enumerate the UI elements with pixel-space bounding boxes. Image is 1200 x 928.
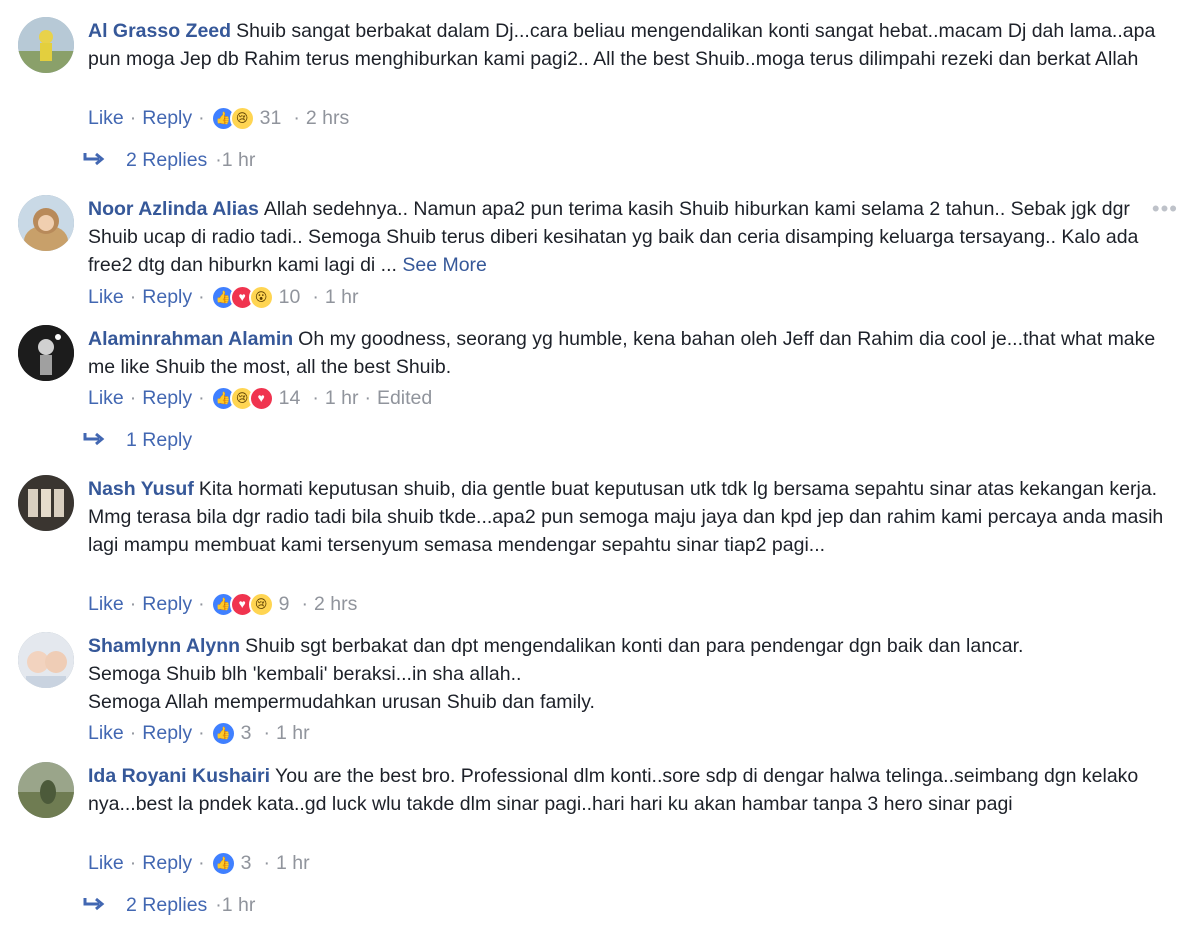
comment-author[interactable]: Ida Royani Kushairi — [88, 765, 270, 787]
avatar[interactable] — [18, 17, 74, 73]
replies-row: 2 Replies · 1 hr — [82, 890, 255, 920]
like-icon: 👍 — [210, 850, 236, 876]
comment-text-block: Al Grasso Zeed Shuib sangat berbakat dala… — [88, 17, 1173, 73]
comment-body: Shuib sangat berbakat dalam Dj...cara be… — [88, 20, 1156, 70]
reply-button[interactable]: Reply — [142, 104, 192, 132]
timestamp[interactable]: 1 hr — [276, 849, 310, 877]
comment-body-line: Semoga Allah mempermudahkan urusan Shuib… — [88, 691, 595, 713]
reaction-count[interactable]: 10 — [279, 283, 301, 311]
comment-actions: Like · Reply · 👍 😢 31 · 2 hrs — [88, 104, 349, 132]
comment-text-block: Shamlynn Alynn Shuib sgt berbakat dan dpt… — [88, 632, 1173, 716]
comment-text-block: Ida Royani Kushairi You are the best bro.… — [88, 762, 1173, 818]
view-replies-link[interactable]: 2 Replies — [126, 149, 207, 172]
comment-text-block: Nash Yusuf Kita hormati keputusan shuib, … — [88, 475, 1173, 559]
reaction-count[interactable]: 3 — [241, 849, 252, 877]
reply-button[interactable]: Reply — [142, 719, 192, 747]
reply-button[interactable]: Reply — [142, 590, 192, 618]
avatar[interactable] — [18, 632, 74, 688]
comment-text-block: Noor Azlinda Alias Allah sedehnya.. Namun… — [88, 195, 1173, 279]
avatar[interactable] — [18, 475, 74, 531]
reactions[interactable]: 👍 😢 — [210, 105, 255, 131]
reactions[interactable]: 👍 — [210, 720, 236, 746]
reactions[interactable]: 👍 — [210, 850, 236, 876]
reaction-count[interactable]: 3 — [241, 719, 252, 747]
like-button[interactable]: Like — [88, 849, 124, 877]
comment-actions: Like · Reply · 👍 3 · 1 hr — [88, 719, 310, 747]
replies-row: 1 Reply — [82, 425, 200, 455]
sad-icon: 😢 — [248, 591, 274, 617]
comment-author[interactable]: Shamlynn Alynn — [88, 635, 240, 657]
reactions[interactable]: 👍 ♥ 😮 — [210, 284, 274, 310]
replies-time: 1 hr — [221, 893, 256, 916]
comment-body: Kita hormati keputusan shuib, dia gentle… — [88, 478, 1164, 556]
timestamp[interactable]: 1 hr — [276, 719, 310, 747]
view-replies-link[interactable]: 1 Reply — [126, 429, 192, 452]
like-icon: 👍 — [210, 720, 236, 746]
like-button[interactable]: Like — [88, 104, 124, 132]
comment-actions: Like · Reply · 👍 ♥ 😢 9 · 2 hrs — [88, 590, 357, 618]
reply-arrow-icon — [83, 152, 105, 166]
reactions[interactable]: 👍 ♥ 😢 — [210, 591, 274, 617]
love-icon: ♥ — [248, 385, 274, 411]
comment-actions: Like · Reply · 👍 ♥ 😮 10 · 1 hr — [88, 283, 358, 311]
comment-author[interactable]: Nash Yusuf — [88, 478, 194, 500]
wow-icon: 😮 — [248, 284, 274, 310]
comment-author[interactable]: Al Grasso Zeed — [88, 20, 231, 42]
comment-actions: Like · Reply · 👍 😢 ♥ 14 · 1 hr · Edited — [88, 384, 432, 412]
sad-icon: 😢 — [229, 105, 255, 131]
edited-label[interactable]: Edited — [377, 384, 432, 412]
replies-time: 1 hr — [221, 148, 256, 171]
reaction-count[interactable]: 31 — [260, 104, 282, 132]
avatar[interactable] — [18, 325, 74, 381]
avatar[interactable] — [18, 195, 74, 251]
comment-body-line: Shuib sgt berbakat dan dpt mengendalikan… — [245, 635, 1024, 657]
like-button[interactable]: Like — [88, 384, 124, 412]
reaction-count[interactable]: 14 — [279, 384, 301, 412]
comment-author[interactable]: Noor Azlinda Alias — [88, 198, 259, 220]
avatar[interactable] — [18, 762, 74, 818]
reply-button[interactable]: Reply — [142, 384, 192, 412]
like-button[interactable]: Like — [88, 283, 124, 311]
reply-arrow-icon — [83, 432, 105, 446]
timestamp[interactable]: 2 hrs — [314, 590, 357, 618]
comment-body-line: Semoga Shuib blh 'kembali' beraksi...in … — [88, 663, 522, 685]
reactions[interactable]: 👍 😢 ♥ — [210, 385, 274, 411]
reply-button[interactable]: Reply — [142, 283, 192, 311]
like-button[interactable]: Like — [88, 590, 124, 618]
reply-button[interactable]: Reply — [142, 849, 192, 877]
see-more-link[interactable]: See More — [402, 254, 487, 276]
replies-row: 2 Replies · 1 hr — [82, 145, 255, 175]
timestamp[interactable]: 1 hr — [325, 384, 359, 412]
timestamp[interactable]: 2 hrs — [306, 104, 349, 132]
comment-text-block: Alaminrahman Alamin Oh my goodness, seora… — [88, 325, 1173, 381]
comment-actions: Like · Reply · 👍 3 · 1 hr — [88, 849, 310, 877]
view-replies-link[interactable]: 2 Replies — [126, 894, 207, 917]
comment-author[interactable]: Alaminrahman Alamin — [88, 328, 293, 350]
reaction-count[interactable]: 9 — [279, 590, 290, 618]
like-button[interactable]: Like — [88, 719, 124, 747]
timestamp[interactable]: 1 hr — [325, 283, 359, 311]
reply-arrow-icon — [83, 897, 105, 911]
